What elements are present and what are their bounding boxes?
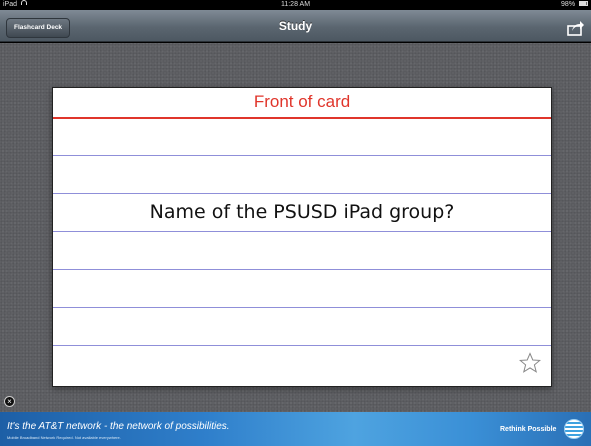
card-rule xyxy=(53,345,551,346)
flashcard[interactable]: Front of card Name of the PSUSD iPad gro… xyxy=(52,87,552,387)
share-icon[interactable] xyxy=(565,19,585,37)
study-area: Front of card Name of the PSUSD iPad gro… xyxy=(0,43,591,412)
ad-banner[interactable]: It's the AT&T network - the network of p… xyxy=(0,412,591,446)
battery-icon xyxy=(579,1,588,6)
card-rule xyxy=(53,193,551,194)
navigation-bar: Flashcard Deck Study xyxy=(0,10,591,42)
att-globe-logo xyxy=(564,419,584,439)
page-title: Study xyxy=(278,19,313,33)
ad-tagline: It's the AT&T network - the network of p… xyxy=(7,421,230,432)
card-rule xyxy=(53,231,551,232)
star-outline-icon[interactable] xyxy=(518,352,542,374)
card-rule xyxy=(53,269,551,270)
status-bar: iPad 11:28 AM 98% xyxy=(0,0,591,10)
card-rule xyxy=(53,155,551,156)
card-rule-red xyxy=(53,117,551,119)
ad-close-icon[interactable]: × xyxy=(4,396,15,407)
ad-fineprint: Mobile Broadband Network Required. Not a… xyxy=(7,435,121,440)
battery-percent: 98% xyxy=(561,1,576,8)
card-side-label: Front of card xyxy=(253,92,351,111)
card-rule xyxy=(53,307,551,308)
status-time: 11:28 AM xyxy=(280,1,311,8)
card-question-text: Name of the PSUSD iPad group? xyxy=(149,201,455,223)
ad-slogan: Rethink Possible xyxy=(500,426,557,433)
battery-group: 98% xyxy=(561,0,588,10)
